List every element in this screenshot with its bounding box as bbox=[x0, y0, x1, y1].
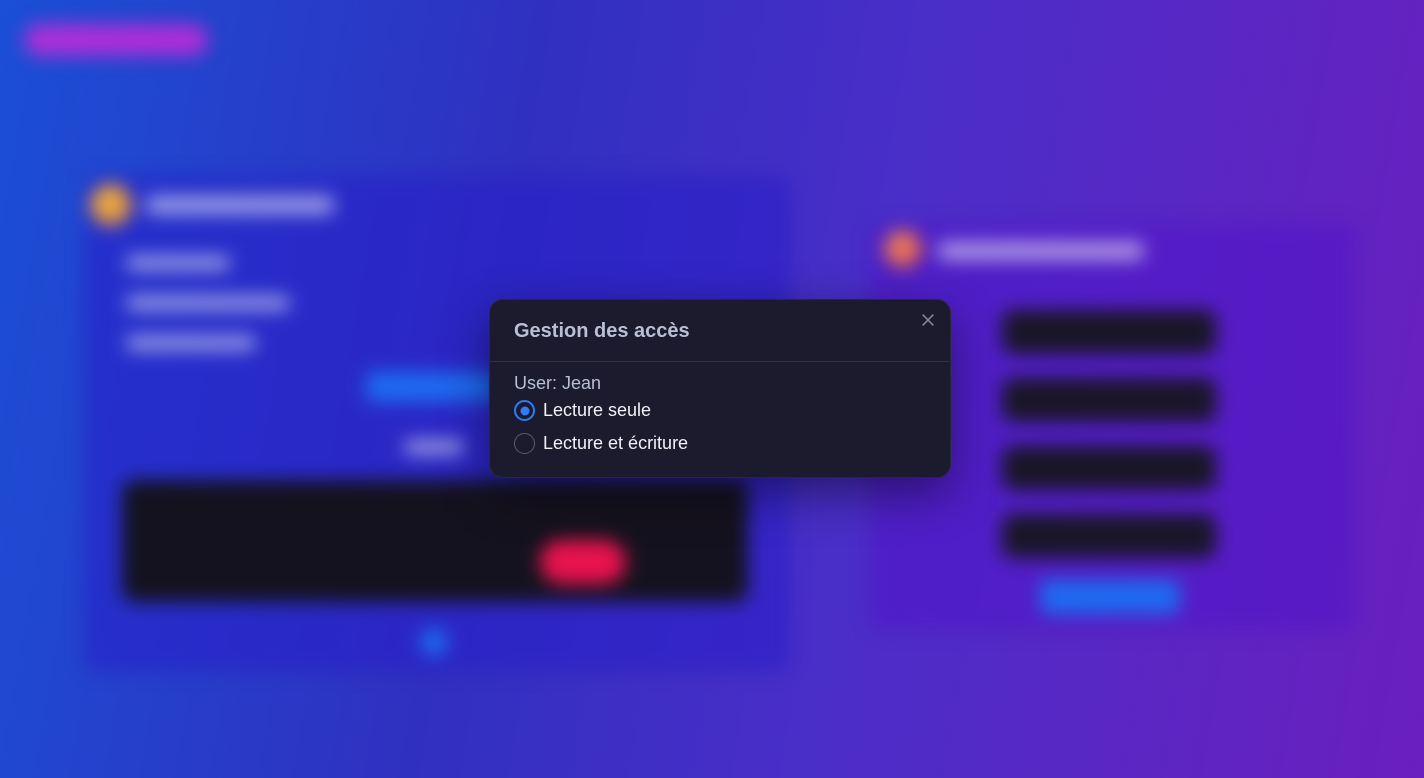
background-line bbox=[126, 336, 256, 350]
close-icon bbox=[922, 314, 934, 326]
background-badge bbox=[24, 24, 208, 56]
background-line bbox=[404, 440, 464, 454]
background-line bbox=[126, 296, 290, 310]
background-input bbox=[1002, 378, 1216, 422]
background-status-pill bbox=[540, 540, 626, 584]
background-line bbox=[126, 256, 230, 270]
user-label: User: Jean bbox=[514, 373, 602, 393]
access-management-modal: Gestion des accès User: Jean Lecture seu… bbox=[489, 299, 951, 478]
background-button bbox=[366, 372, 496, 402]
radio-label: Lecture et écriture bbox=[543, 433, 689, 453]
modal-header: Gestion des accès bbox=[490, 300, 950, 362]
radio-button-unchecked[interactable] bbox=[514, 433, 535, 454]
background-heading-left bbox=[146, 196, 334, 214]
modal-title: Gestion des accès bbox=[514, 320, 690, 342]
modal-body: User: Jean Lecture seule Lecture et écri… bbox=[490, 362, 950, 460]
background-avatar-right bbox=[884, 230, 922, 268]
background-input bbox=[1002, 514, 1216, 558]
background-input bbox=[1002, 310, 1216, 354]
background-page-dot bbox=[420, 628, 448, 656]
close-button[interactable] bbox=[918, 310, 938, 330]
background-avatar-left bbox=[90, 184, 132, 226]
background-input bbox=[1002, 446, 1216, 490]
background-heading-right bbox=[938, 242, 1144, 260]
radio-option-read-only[interactable]: Lecture seule bbox=[514, 394, 926, 427]
radio-label: Lecture seule bbox=[543, 400, 652, 420]
background-submit-button bbox=[1040, 580, 1180, 614]
radio-button-checked[interactable] bbox=[514, 400, 535, 421]
background-table bbox=[122, 480, 748, 602]
radio-option-read-write[interactable]: Lecture et écriture bbox=[514, 427, 926, 460]
